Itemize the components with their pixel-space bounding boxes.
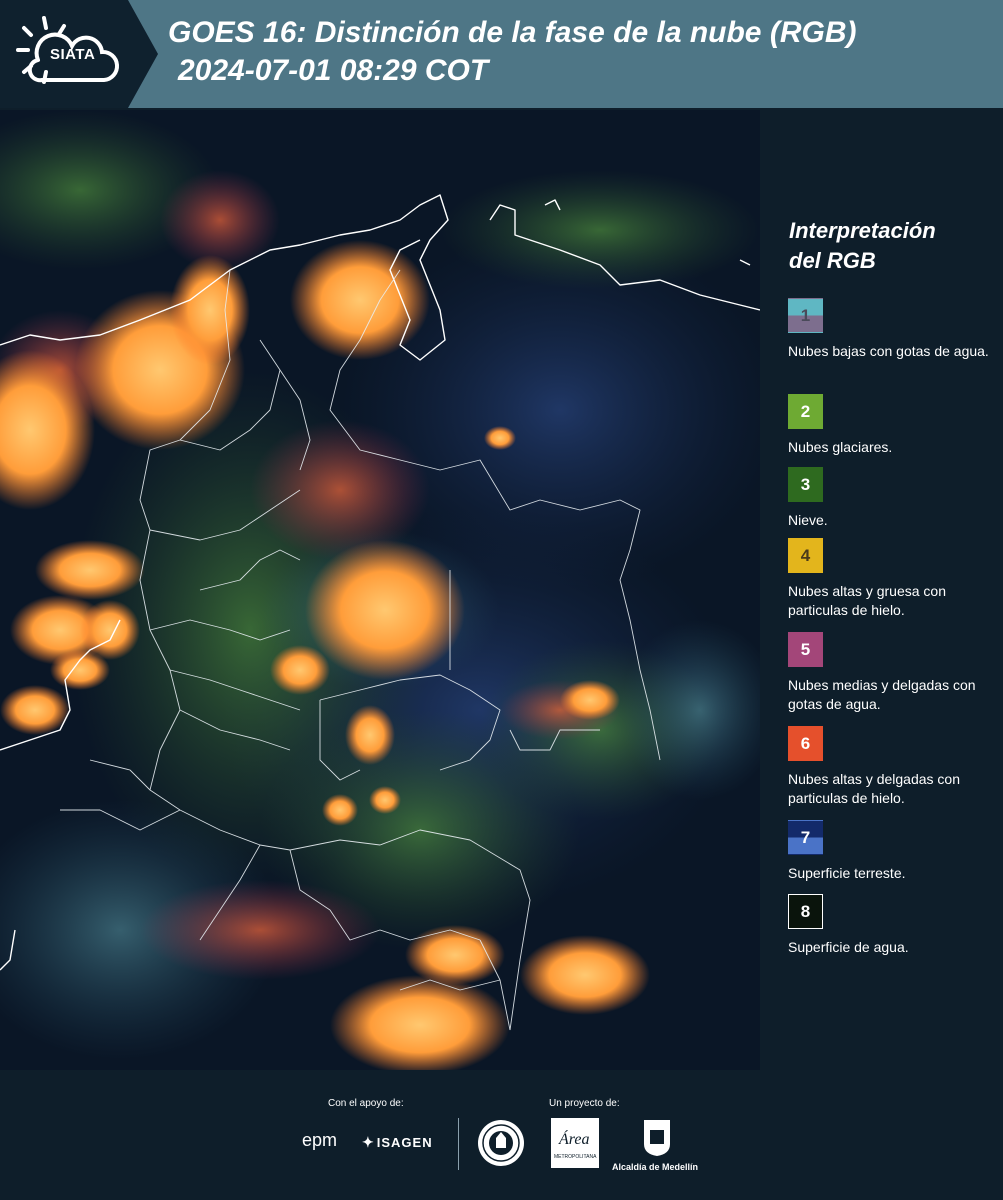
seal-logo [478,1120,524,1166]
legend-label-5: Nubes medias y delgadas con gotas de agu… [788,677,976,712]
legend-swatch-1: 1 [788,298,823,333]
legend-number-4: 4 [800,545,811,565]
page-title: GOES 16: Distinción de la fase de la nub… [168,16,857,49]
footer-separator [458,1118,459,1170]
legend-number-1: 1 [800,305,811,325]
legend-item-4: 4 Nubes altas y gruesa con particulas de… [788,538,998,620]
legend-swatch-6: 6 [788,726,823,761]
legend-label-1: Nubes bajas con gotas de agua. [788,343,989,359]
legend-number-2: 2 [800,401,811,421]
legend-item-6: 6 Nubes altas y delgadas con particulas … [788,726,998,808]
legend-item-8: 8 Superficie de agua. [788,894,998,957]
area-metropolitana-logo: Área METROPOLITANA [551,1118,599,1168]
legend-number-6: 6 [800,733,811,753]
isagen-logo: ✦ ISAGEN [362,1134,433,1151]
epm-logo: epm [302,1130,338,1150]
isagen-logo-text: ISAGEN [376,1135,433,1150]
legend-swatch-3: 3 [788,467,823,502]
legend-title-line1: Interpretación [789,218,936,243]
footer-bar: Con el apoyo de: Un proyecto de: epm ✦ IS… [0,1070,1003,1200]
isagen-mark-icon: ✦ [362,1134,375,1150]
siata-logo-text: SIATA [50,46,96,63]
alcaldia-shield-icon [644,1120,670,1156]
legend-swatch-4: 4 [788,538,823,573]
alcaldia-logo-text: Alcaldía de Medellín [612,1162,699,1172]
legend-item-3: 3 Nieve. [788,467,998,530]
satellite-rgb-map [0,110,760,1070]
legend-item-7: 7 Superficie terreste. [788,820,998,883]
legend-label-7: Superficie terreste. [788,865,906,881]
legend-swatch-8: 8 [788,894,823,929]
legend-swatch-5: 5 [788,632,823,667]
legend-number-8: 8 [800,901,811,921]
rgb-legend-panel: Interpretación del RGB 1 Nubes bajas con… [760,110,1003,1070]
legend-number-3: 3 [800,474,811,494]
legend-item-2: 2 Nubes glaciares. [788,394,998,457]
header-bar: SIATA GOES 16: Distinción de la fase de … [0,0,1003,108]
project-label: Un proyecto de: [549,1098,620,1109]
legend-swatch-2: 2 [788,394,823,429]
area-logo-subtext: METROPOLITANA [554,1154,597,1160]
page-timestamp: 2024-07-01 08:29 COT [178,54,489,87]
legend-swatch-7: 7 [788,820,823,855]
legend-item-5: 5 Nubes medias y delgadas con gotas de a… [788,632,998,714]
legend-label-3: Nieve. [788,512,828,528]
legend-label-8: Superficie de agua. [788,939,909,955]
area-logo-text: Área [558,1129,590,1148]
legend-number-7: 7 [800,827,811,847]
legend-item-1: 1 Nubes bajas con gotas de agua. [788,298,998,361]
support-label: Con el apoyo de: [328,1098,404,1109]
legend-label-2: Nubes glaciares. [788,439,893,455]
legend-label-6: Nubes altas y delgadas con particulas de… [788,771,960,806]
legend-number-5: 5 [800,639,811,659]
legend-label-4: Nubes altas y gruesa con particulas de h… [788,583,946,618]
legend-title-line2: del RGB [789,248,876,273]
legend-title: Interpretación del RGB [789,216,989,276]
